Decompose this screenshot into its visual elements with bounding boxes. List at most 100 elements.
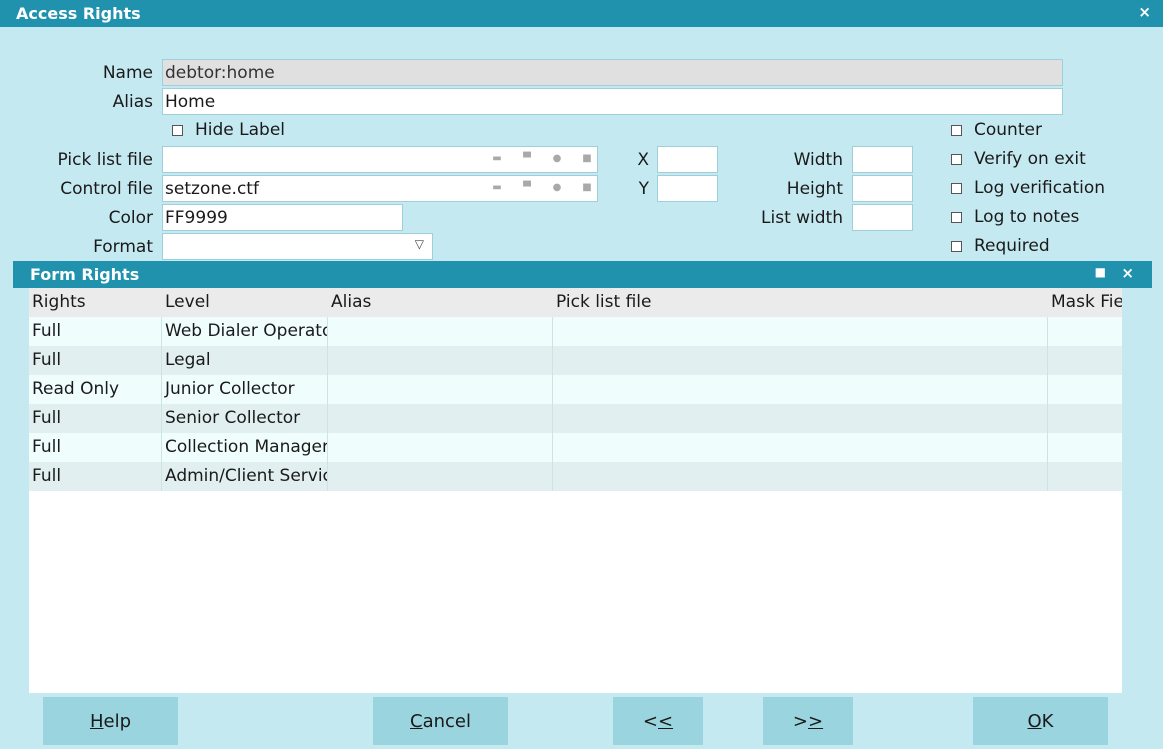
print-icon[interactable]: ▀ <box>521 182 533 193</box>
cell-alias[interactable] <box>328 317 553 346</box>
cell-mask[interactable] <box>1048 404 1122 433</box>
gear-icon[interactable]: ● <box>551 153 563 164</box>
cell-alias[interactable] <box>328 375 553 404</box>
picklist-field[interactable]: ▬ ▀ ● ■ <box>162 146 598 173</box>
table-row[interactable]: Read Only Junior Collector <box>29 375 1122 404</box>
height-label: Height <box>786 179 843 199</box>
column-header-picklist[interactable]: Pick list file <box>553 288 1048 317</box>
cell-picklist[interactable] <box>553 375 1048 404</box>
table-row[interactable]: Full Senior Collector <box>29 404 1122 433</box>
cancel-button[interactable]: Cancel <box>373 697 508 745</box>
ok-rest: K <box>1041 711 1054 732</box>
checkbox-box[interactable] <box>951 124 962 136</box>
checkbox-box[interactable] <box>951 211 962 223</box>
required-checkbox[interactable]: Required <box>951 236 1050 256</box>
gear-icon[interactable]: ● <box>551 182 563 193</box>
format-dropdown[interactable]: ▽ <box>162 233 433 260</box>
log-verification-text: Log verification <box>974 178 1106 198</box>
search-icon[interactable]: ■ <box>581 153 593 164</box>
counter-checkbox[interactable]: Counter <box>951 120 1042 140</box>
cell-level[interactable]: Legal <box>162 346 328 375</box>
cell-picklist[interactable] <box>553 346 1048 375</box>
cell-alias[interactable] <box>328 346 553 375</box>
cell-picklist[interactable] <box>553 433 1048 462</box>
log-to-notes-checkbox[interactable]: Log to notes <box>951 207 1079 227</box>
format-label: Format <box>93 237 153 257</box>
cell-picklist[interactable] <box>553 404 1048 433</box>
checkbox-box[interactable] <box>951 240 962 252</box>
color-label: Color <box>108 208 153 228</box>
cancel-accel: C <box>410 711 423 732</box>
x-label: X <box>637 150 649 170</box>
ok-button[interactable]: OK <box>973 697 1108 745</box>
cell-mask[interactable] <box>1048 346 1122 375</box>
x-field[interactable] <box>657 146 718 173</box>
cell-rights[interactable]: Full <box>29 404 162 433</box>
y-label: Y <box>638 179 649 199</box>
cell-level[interactable]: Junior Collector <box>162 375 328 404</box>
maximize-icon[interactable]: ■ <box>1095 265 1106 279</box>
cell-picklist[interactable] <box>553 462 1048 491</box>
prev-accel: < <box>658 711 674 732</box>
help-accel: H <box>89 711 104 732</box>
cell-rights[interactable]: Full <box>29 462 162 491</box>
control-field[interactable]: setzone.ctf ▬ ▀ ● ■ <box>162 175 598 202</box>
cell-mask[interactable] <box>1048 375 1122 404</box>
list-width-field[interactable] <box>852 204 913 231</box>
alias-field[interactable]: Home <box>162 88 1063 115</box>
table-row[interactable]: Full Web Dialer Operator <box>29 317 1122 346</box>
column-header-level[interactable]: Level <box>162 288 328 317</box>
log-verification-checkbox[interactable]: Log verification <box>951 178 1105 198</box>
table-row[interactable]: Full Legal <box>29 346 1122 375</box>
cell-level[interactable]: Admin/Client Service <box>162 462 328 491</box>
verify-text: Verify on exit <box>974 149 1086 169</box>
column-header-rights[interactable]: Rights <box>29 288 162 317</box>
print-icon[interactable]: ▀ <box>521 153 533 164</box>
cell-mask[interactable] <box>1048 462 1122 491</box>
name-label: Name <box>102 63 153 83</box>
checkbox-box[interactable] <box>951 182 962 194</box>
cell-rights[interactable]: Full <box>29 346 162 375</box>
cell-alias[interactable] <box>328 433 553 462</box>
column-header-alias[interactable]: Alias <box>328 288 553 317</box>
verify-on-exit-checkbox[interactable]: Verify on exit <box>951 149 1086 169</box>
cell-rights[interactable]: Full <box>29 433 162 462</box>
cell-level[interactable]: Web Dialer Operator <box>162 317 328 346</box>
cell-rights[interactable]: Full <box>29 317 162 346</box>
y-field[interactable] <box>657 175 718 202</box>
table-row[interactable]: Full Admin/Client Service <box>29 462 1122 491</box>
close-icon[interactable]: × <box>1138 3 1151 21</box>
counter-text: Counter <box>974 120 1042 140</box>
previous-button[interactable]: << <box>613 697 703 745</box>
help-button[interactable]: Help <box>43 697 178 745</box>
close-icon[interactable]: × <box>1121 264 1134 282</box>
cancel-rest: ancel <box>422 711 471 732</box>
cell-mask[interactable] <box>1048 317 1122 346</box>
cell-alias[interactable] <box>328 404 553 433</box>
folder-icon[interactable]: ▬ <box>491 153 503 164</box>
cell-picklist[interactable] <box>553 317 1048 346</box>
form-rights-grid: Rights Level Alias Pick list file Mask F… <box>29 288 1122 693</box>
color-field[interactable]: FF9999 <box>162 204 403 231</box>
width-field[interactable] <box>852 146 913 173</box>
checkbox-box[interactable] <box>951 153 962 165</box>
search-icon[interactable]: ■ <box>581 182 593 193</box>
panel-title: Form Rights <box>30 265 140 284</box>
log-to-notes-text: Log to notes <box>974 207 1080 227</box>
required-text: Required <box>974 236 1050 256</box>
height-field[interactable] <box>852 175 913 202</box>
cell-alias[interactable] <box>328 462 553 491</box>
chevron-down-icon[interactable]: ▽ <box>415 237 424 251</box>
folder-icon[interactable]: ▬ <box>491 182 503 193</box>
cell-mask[interactable] <box>1048 433 1122 462</box>
width-label: Width <box>793 150 843 170</box>
hide-label-checkbox[interactable]: Hide Label <box>172 120 285 140</box>
next-button[interactable]: >> <box>763 697 853 745</box>
table-row[interactable]: Full Collection Manager <box>29 433 1122 462</box>
cell-rights[interactable]: Read Only <box>29 375 162 404</box>
checkbox-box[interactable] <box>172 124 183 136</box>
cell-level[interactable]: Senior Collector <box>162 404 328 433</box>
cell-level[interactable]: Collection Manager <box>162 433 328 462</box>
next-accel: > <box>808 711 824 732</box>
column-header-mask[interactable]: Mask Fie <box>1048 288 1122 317</box>
